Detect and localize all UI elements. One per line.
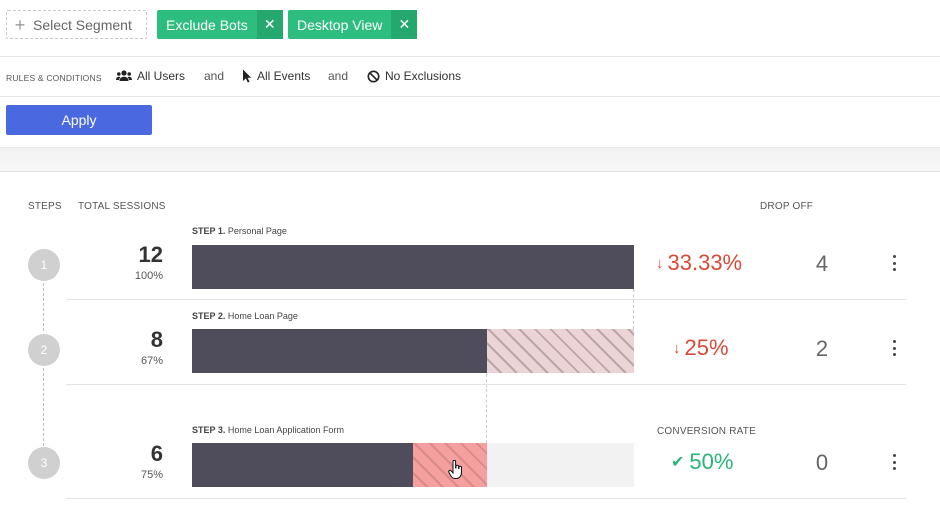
- drop-off-header: DROP OFF: [760, 201, 814, 212]
- step-sessions-percent: 75%: [140, 469, 163, 481]
- step-bar-fill: [192, 245, 634, 289]
- step-number-badge: 2: [28, 334, 60, 366]
- plus-icon: +: [14, 14, 26, 35]
- conversion-rate: ✔ 50%: [671, 449, 733, 475]
- drop-off-rate: ↓ 33.33%: [656, 250, 742, 276]
- steps-header: STEPS: [28, 201, 62, 212]
- rule-exclusions-label: No Exclusions: [385, 69, 462, 83]
- total-sessions-header: TOTAL SESSIONS: [78, 201, 166, 212]
- apply-button[interactable]: Apply: [6, 105, 152, 135]
- rule-users[interactable]: All Users: [116, 69, 185, 83]
- step-name: Home Loan Application Form: [227, 425, 344, 435]
- bar-guide-line: [633, 289, 634, 329]
- drop-off-count: 4: [815, 251, 829, 276]
- ban-icon: [367, 70, 380, 82]
- rules-title: RULES & CONDITIONS: [6, 73, 102, 83]
- rule-and: and: [328, 69, 349, 83]
- step-bar-fill: [192, 443, 413, 487]
- rules-conditions-bar: RULES & CONDITIONS All Users and All Eve…: [0, 57, 940, 97]
- hand-cursor-icon: [448, 460, 462, 479]
- rule-events-label: All Events: [257, 69, 311, 83]
- drop-off-rate-value: 33.33%: [667, 250, 743, 275]
- row-divider: [66, 384, 906, 385]
- arrow-down-icon: ↓: [673, 339, 681, 357]
- segment-chip-desktop-view[interactable]: Desktop View ✕: [288, 10, 418, 39]
- segment-chip-label: Desktop View: [297, 16, 383, 33]
- step-prefix: STEP 2.: [192, 311, 226, 321]
- conversion-rate-value: 50%: [689, 449, 734, 474]
- conversion-rate-label: CONVERSION RATE: [657, 426, 756, 437]
- segment-chip-exclude-bots[interactable]: Exclude Bots ✕: [157, 10, 283, 39]
- users-icon: [116, 70, 132, 81]
- step-connector: [43, 368, 44, 446]
- step-label: STEP 1. Personal Page: [192, 226, 287, 236]
- drop-off-rate: ↓ 25%: [673, 335, 729, 361]
- drop-off-count: 2: [815, 336, 829, 361]
- step-bar[interactable]: [192, 329, 634, 373]
- rule-users-label: All Users: [137, 69, 186, 83]
- step-label: STEP 2. Home Loan Page: [192, 311, 298, 321]
- check-icon: ✔: [671, 454, 685, 471]
- section-divider: [0, 147, 940, 172]
- kebab-menu-icon[interactable]: [889, 340, 899, 356]
- segment-chip-label: Exclude Bots: [166, 16, 248, 33]
- step-number-badge: 1: [28, 249, 60, 281]
- step-label: STEP 3. Home Loan Application Form: [192, 425, 344, 435]
- step-prefix: STEP 3.: [192, 425, 226, 435]
- rule-events[interactable]: All Events: [242, 69, 310, 83]
- step-sessions-count: 12: [138, 242, 163, 267]
- arrow-down-icon: ↓: [656, 254, 664, 272]
- step-bar[interactable]: [192, 245, 634, 289]
- rule-and: and: [204, 69, 225, 83]
- cursor-pointer-icon: [243, 69, 252, 83]
- step-sessions-count: 6: [150, 441, 163, 466]
- kebab-menu-icon[interactable]: [889, 454, 899, 470]
- select-segment-label: Select Segment: [33, 16, 132, 33]
- close-icon[interactable]: ✕: [256, 10, 283, 39]
- row-divider: [66, 299, 906, 300]
- step-sessions-count: 8: [150, 327, 163, 352]
- step-connector: [43, 283, 44, 331]
- step-sessions-percent: 67%: [140, 355, 163, 367]
- select-segment-button[interactable]: + Select Segment: [6, 10, 147, 39]
- step-name: Home Loan Page: [227, 311, 298, 321]
- step-sessions-percent: 100%: [134, 270, 163, 282]
- step-bar-dropoff: [487, 329, 634, 373]
- row-divider: [66, 498, 906, 499]
- step-prefix: STEP 1.: [192, 226, 226, 236]
- close-icon[interactable]: ✕: [391, 10, 418, 39]
- drop-off-rate-value: 25%: [684, 335, 729, 360]
- step-bar[interactable]: [192, 443, 634, 487]
- segment-bar: + Select Segment Exclude Bots ✕ Desktop …: [0, 0, 940, 57]
- step-name: Personal Page: [227, 226, 287, 236]
- step-bar-fill: [192, 329, 487, 373]
- step-number-badge: 3: [28, 447, 60, 479]
- drop-off-count: 0: [815, 450, 829, 475]
- rule-exclusions[interactable]: No Exclusions: [367, 69, 461, 83]
- kebab-menu-icon[interactable]: [889, 255, 899, 271]
